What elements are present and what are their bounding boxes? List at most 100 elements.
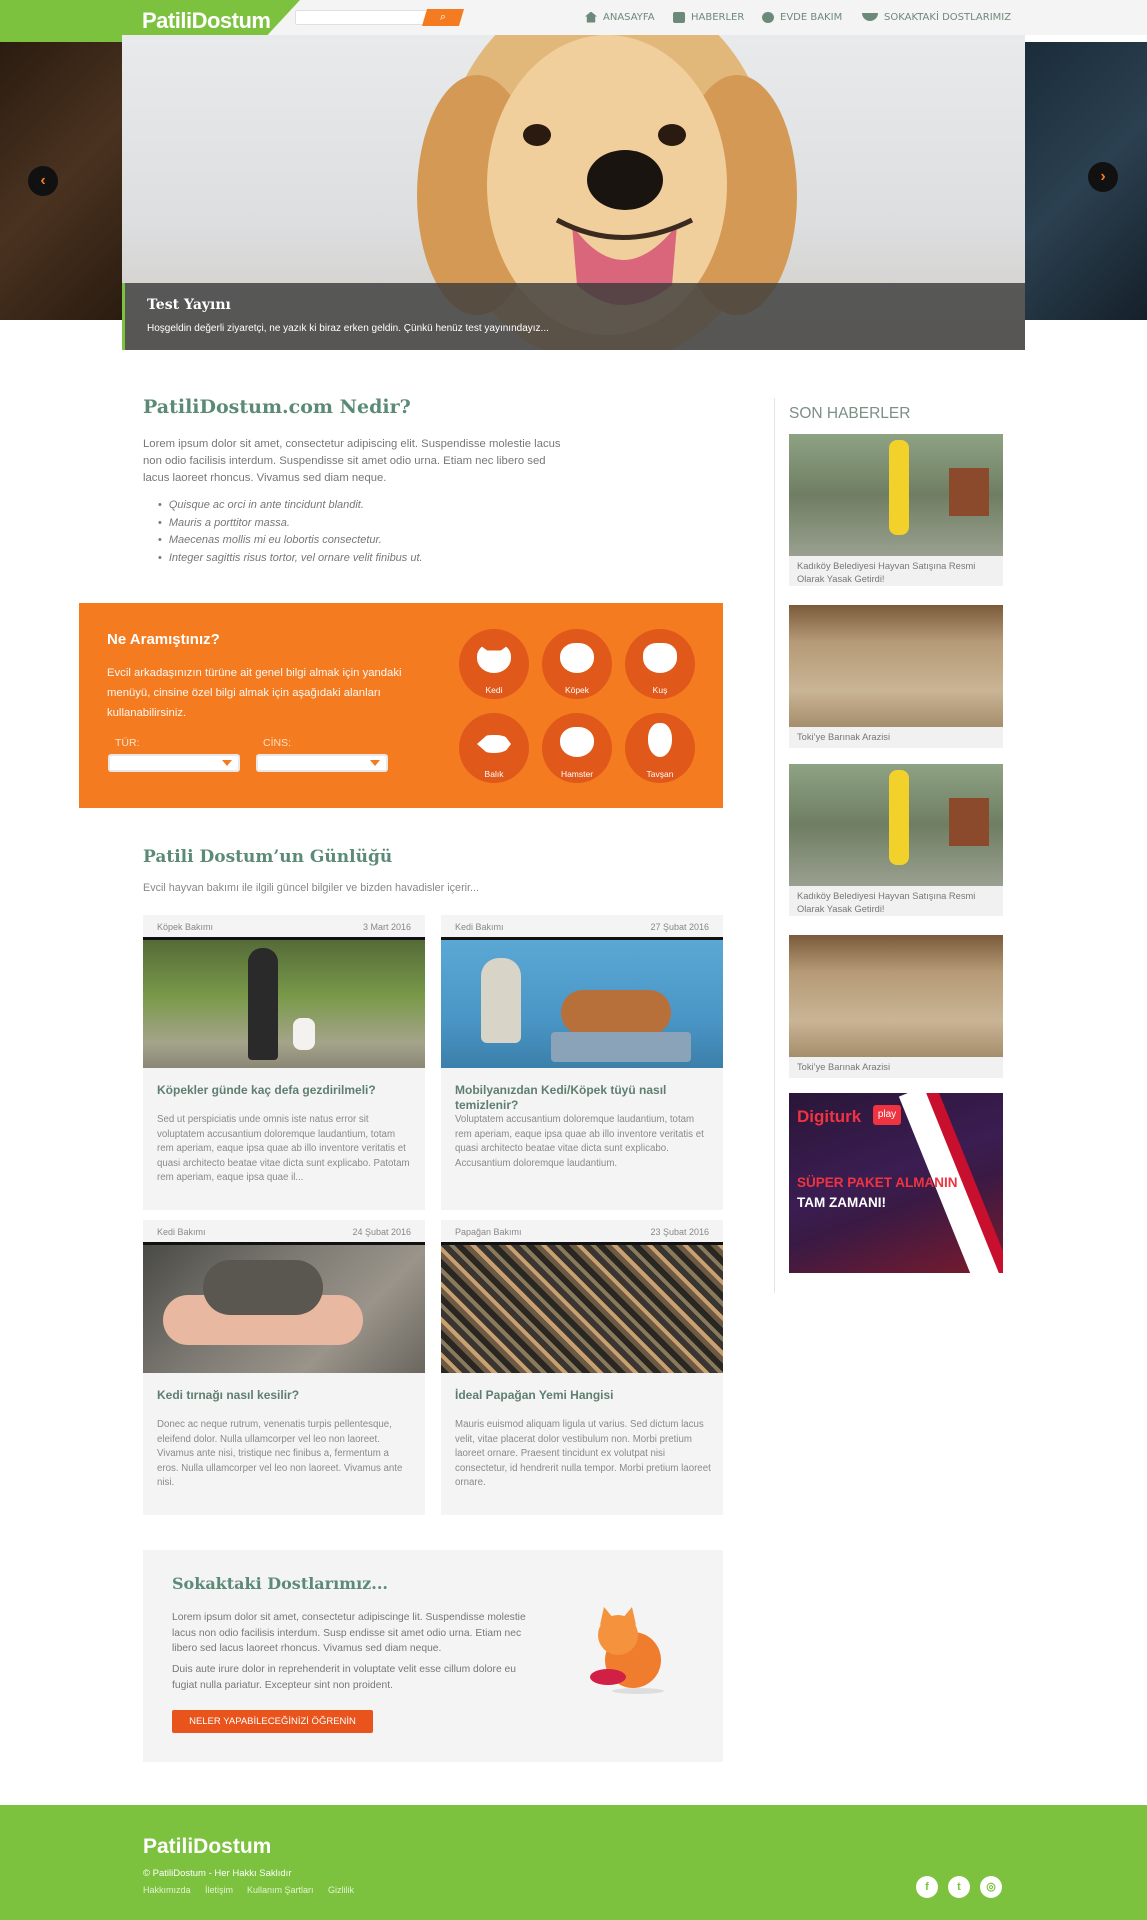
pet-label: Kuş — [652, 685, 668, 695]
list-item: Integer sagittis risus tortor, vel ornar… — [158, 550, 423, 568]
blog-card[interactable]: Papağan Bakımı 23 Şubat 2016 İdeal Papağ… — [441, 1220, 723, 1515]
street-text: Lorem ipsum dolor sit amet, consectetur … — [172, 1612, 526, 1654]
facebook-icon[interactable]: f — [916, 1876, 938, 1898]
card-image — [441, 937, 723, 1068]
chevron-down-icon — [370, 760, 380, 766]
pet-button-tavsan[interactable]: Tavşan — [625, 713, 695, 783]
news-item[interactable]: Toki’ye Barınak Arazisi — [789, 935, 1003, 1078]
ad-badge: play — [873, 1105, 901, 1125]
nav-label: HABERLER — [691, 11, 745, 23]
pet-button-kus[interactable]: Kuş — [625, 629, 695, 699]
nav-label: EVDE BAKIM — [780, 11, 843, 23]
news-caption: Toki’ye Barınak Arazisi — [797, 1062, 891, 1072]
card-title: Köpekler günde kaç defa gezdirilmeli? — [157, 1083, 376, 1097]
card-category: Kedi Bakımı — [455, 922, 504, 932]
footer-link-gizlilik[interactable]: Gizlilik — [328, 1885, 354, 1895]
pet-button-hamster[interactable]: Hamster — [542, 713, 612, 783]
footer-link-hakkimizda[interactable]: Hakkımızda — [143, 1885, 191, 1895]
nav-item-anasayfa[interactable]: ANASAYFA — [585, 10, 655, 24]
pet-care-icon — [762, 11, 774, 23]
news-caption: Kadıköy Belediyesi Hayvan Satışına Resmi… — [797, 891, 976, 914]
news-image — [789, 434, 1003, 556]
card-category: Papağan Bakımı — [455, 1227, 522, 1237]
instagram-icon[interactable]: ◎ — [980, 1876, 1002, 1898]
blog-subtitle: Evcil hayvan bakımı ile ilgili güncel bi… — [143, 882, 480, 894]
card-image — [441, 1242, 723, 1373]
search-button[interactable]: ⌕ — [422, 9, 464, 26]
chevron-down-icon — [222, 760, 232, 766]
ad-brand: Digiturk — [797, 1107, 862, 1126]
hamster-icon — [560, 727, 594, 757]
news-caption: Kadıköy Belediyesi Hayvan Satışına Resmi… — [797, 561, 976, 584]
news-item[interactable]: Kadıköy Belediyesi Hayvan Satışına Resmi… — [789, 434, 1003, 586]
search-input[interactable] — [295, 10, 435, 25]
footer-link-iletisim[interactable]: İletişim — [205, 1885, 233, 1895]
slider-prev-button[interactable]: ‹ — [28, 166, 58, 196]
pet-label: Balık — [484, 769, 504, 779]
news-image — [789, 935, 1003, 1057]
card-category: Kedi Bakımı — [157, 1227, 206, 1237]
card-text: Voluptatem accusantium doloremque laudan… — [455, 1114, 704, 1169]
pet-label: Kedi — [485, 685, 503, 695]
card-text: Donec ac neque rutrum, venenatis turpis … — [157, 1419, 403, 1488]
card-text: Sed ut perspiciatis unde omnis iste natu… — [157, 1114, 410, 1183]
learn-more-button[interactable]: NELER YAPABİLECEĞİNİZİ ÖĞRENİN — [172, 1710, 373, 1733]
nav-item-evde-bakim[interactable]: EVDE BAKIM — [762, 10, 842, 24]
pet-button-balik[interactable]: Balık — [459, 713, 529, 783]
pet-button-kedi[interactable]: Kedi — [459, 629, 529, 699]
blog-card[interactable]: Köpek Bakımı 3 Mart 2016 Köpekler günde … — [143, 915, 425, 1210]
search-icon: ⌕ — [439, 11, 447, 23]
list-item: Mauris a porttitor massa. — [158, 515, 423, 533]
card-category: Köpek Bakımı — [157, 922, 214, 932]
street-text: Duis aute irure dolor in reprehenderit i… — [172, 1664, 516, 1691]
news-item[interactable]: Kadıköy Belediyesi Hayvan Satışına Resmi… — [789, 764, 1003, 916]
sidebar-divider — [774, 398, 775, 1293]
blog-title: Patili Dostum’un Günlüğü — [143, 847, 393, 867]
nav-label: SOKAKTAKİ DOSTLARIMIZ — [884, 11, 1012, 23]
owl-icon — [643, 643, 677, 673]
type-select[interactable] — [108, 754, 240, 772]
ad-headline: TAM ZAMANI! — [797, 1195, 886, 1210]
news-item[interactable]: Toki’ye Barınak Arazisi — [789, 605, 1003, 748]
blog-card[interactable]: Kedi Bakımı 24 Şubat 2016 Kedi tırnağı n… — [143, 1220, 425, 1515]
card-image — [143, 937, 425, 1068]
site-logo[interactable]: PatiliDostum — [142, 8, 271, 34]
card-title: Kedi tırnağı nasıl kesilir? — [157, 1388, 300, 1402]
nav-label: ANASAYFA — [603, 11, 655, 23]
pet-label: Tavşan — [646, 769, 674, 779]
cat-icon — [477, 643, 511, 673]
nav-item-sokaktaki-dostlarimiz[interactable]: SOKAKTAKİ DOSTLARIMIZ — [862, 10, 1011, 24]
twitter-icon[interactable]: t — [948, 1876, 970, 1898]
pet-finder-panel: Ne Aramıştınız? Evcil arkadaşınızın türü… — [79, 603, 723, 808]
advertisement-banner[interactable]: Digiturk play SÜPER PAKET ALMANIN TAM ZA… — [789, 1093, 1003, 1273]
chevron-right-icon: › — [1100, 168, 1106, 185]
finder-text: Evcil arkadaşınızın türüne ait genel bil… — [107, 667, 402, 719]
card-date: 3 Mart 2016 — [362, 922, 411, 932]
cat-illustration-icon — [590, 1607, 664, 1694]
chevron-left-icon: ‹ — [40, 172, 46, 189]
footer-link-kullanim-sartlari[interactable]: Kullanım Şartları — [247, 1885, 314, 1895]
type-label: TÜR: — [115, 737, 140, 749]
list-item: Maecenas mollis mi eu lobortis consectet… — [158, 532, 423, 550]
slider-next-button[interactable]: › — [1088, 162, 1118, 192]
finder-title: Ne Aramıştınız? — [107, 631, 220, 648]
news-icon — [673, 11, 685, 23]
blog-card[interactable]: Kedi Bakımı 27 Şubat 2016 Mobilyanızdan … — [441, 915, 723, 1210]
intro-title: PatiliDostum.com Nedir? — [143, 396, 411, 418]
nav-item-haberler[interactable]: HABERLER — [673, 10, 744, 24]
intro-list: Quisque ac orci in ante tincidunt blandi… — [158, 497, 423, 567]
footer-logo[interactable]: PatiliDostum — [143, 1835, 271, 1859]
card-title: Mobilyanızdan Kedi/Köpek tüyü nasıl temi… — [455, 1083, 667, 1112]
food-bowl-icon — [862, 13, 878, 21]
card-image — [143, 1242, 425, 1373]
card-date: 24 Şubat 2016 — [352, 1227, 411, 1237]
card-date: 27 Şubat 2016 — [650, 922, 709, 932]
breed-select[interactable] — [256, 754, 388, 772]
hero-title: Test Yayını — [147, 297, 231, 313]
intro-text: Lorem ipsum dolor sit amet, consectetur … — [143, 438, 561, 484]
sidebar-title: SON HABERLER — [789, 405, 911, 422]
pet-button-kopek[interactable]: Köpek — [542, 629, 612, 699]
card-date: 23 Şubat 2016 — [650, 1227, 709, 1237]
street-title: Sokaktaki Dostlarımız... — [172, 1574, 388, 1593]
hero-caption: Test Yayını Hoşgeldin değerli ziyaretçi,… — [122, 283, 1025, 350]
